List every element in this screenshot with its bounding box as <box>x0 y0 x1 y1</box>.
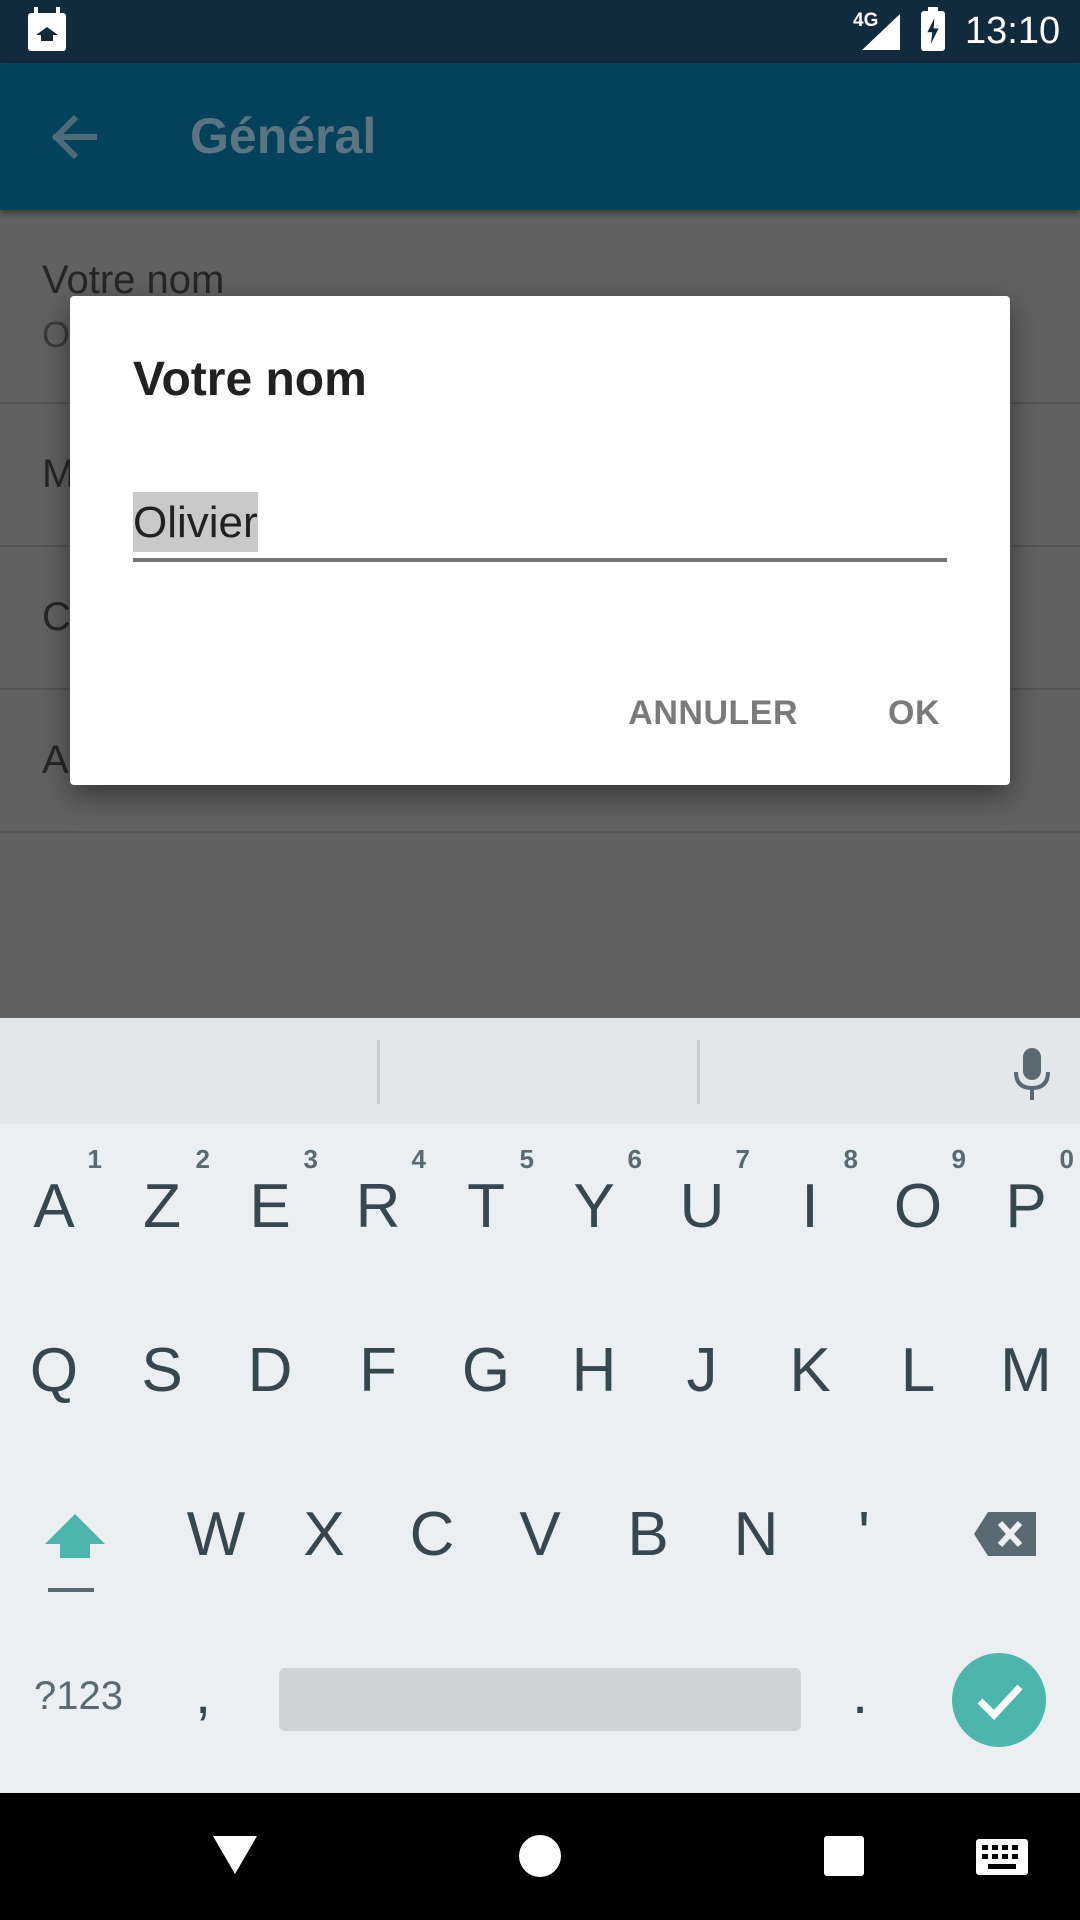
nav-recents-icon[interactable] <box>824 1836 864 1876</box>
key-apostrophe[interactable]: ' <box>810 1490 918 1580</box>
key-p[interactable]: P0 <box>972 1144 1080 1252</box>
key-n[interactable]: N <box>702 1490 810 1580</box>
suggestion-divider <box>377 1040 380 1104</box>
nav-home-icon[interactable] <box>519 1835 561 1877</box>
key-e[interactable]: E3 <box>216 1144 324 1252</box>
name-input[interactable]: Olivier <box>133 492 258 552</box>
nav-back-icon[interactable] <box>213 1836 257 1874</box>
key-j[interactable]: J <box>648 1326 756 1416</box>
key-w[interactable]: W <box>162 1490 270 1580</box>
pref-title: C <box>42 595 71 639</box>
arrow-left-icon[interactable] <box>50 115 98 159</box>
key-b[interactable]: B <box>594 1490 702 1580</box>
page-title: Général <box>190 108 377 164</box>
key-v[interactable]: V <box>486 1490 594 1580</box>
backspace-icon[interactable] <box>972 1510 1038 1558</box>
battery-charging-icon <box>921 7 945 51</box>
key-z[interactable]: Z2 <box>108 1144 216 1252</box>
key-c[interactable]: C <box>378 1490 486 1580</box>
key-i[interactable]: I8 <box>756 1144 864 1252</box>
suggestion-divider <box>697 1040 700 1104</box>
name-dialog: Votre nom Olivier ANNULER OK <box>70 296 1010 785</box>
name-field[interactable]: Olivier <box>133 492 947 562</box>
shift-icon[interactable] <box>42 1512 108 1592</box>
key-g[interactable]: G <box>432 1326 540 1416</box>
navigation-bar <box>0 1793 1080 1920</box>
calendar-graduation-icon <box>28 7 66 51</box>
checkmark-icon <box>977 1684 1023 1721</box>
comma-key[interactable]: , <box>195 1660 211 1727</box>
app-bar: Général <box>0 63 1080 210</box>
enter-key[interactable] <box>952 1653 1046 1747</box>
key-s[interactable]: S <box>108 1326 216 1416</box>
pref-subtitle: O <box>42 314 71 355</box>
dialog-title: Votre nom <box>133 353 367 406</box>
key-a[interactable]: A1 <box>0 1144 108 1252</box>
key-y[interactable]: Y6 <box>540 1144 648 1252</box>
key-m[interactable]: M <box>972 1326 1080 1416</box>
microphone-icon[interactable] <box>1012 1046 1052 1102</box>
key-h[interactable]: H <box>540 1326 648 1416</box>
key-d[interactable]: D <box>216 1326 324 1416</box>
key-o[interactable]: O9 <box>864 1144 972 1252</box>
pref-title: A <box>42 738 69 782</box>
symbols-key[interactable]: ?123 <box>34 1674 123 1719</box>
key-u[interactable]: U7 <box>648 1144 756 1252</box>
key-r[interactable]: R4 <box>324 1144 432 1252</box>
key-q[interactable]: Q <box>0 1326 108 1416</box>
clock: 13:10 <box>965 10 1061 52</box>
status-bar: 4G 13:10 <box>0 0 1080 63</box>
key-t[interactable]: T5 <box>432 1144 540 1252</box>
period-key[interactable]: . <box>852 1660 868 1727</box>
space-key[interactable] <box>279 1668 801 1731</box>
key-f[interactable]: F <box>324 1326 432 1416</box>
key-x[interactable]: X <box>270 1490 378 1580</box>
key-l[interactable]: L <box>864 1326 972 1416</box>
signal-icon <box>862 14 900 50</box>
suggestion-bar <box>0 1018 1080 1124</box>
key-k[interactable]: K <box>756 1326 864 1416</box>
dialog-actions: ANNULER OK <box>628 694 940 733</box>
cancel-button[interactable]: ANNULER <box>628 694 798 733</box>
keyboard-switch-icon[interactable] <box>976 1839 1028 1875</box>
ok-button[interactable]: OK <box>888 694 940 733</box>
